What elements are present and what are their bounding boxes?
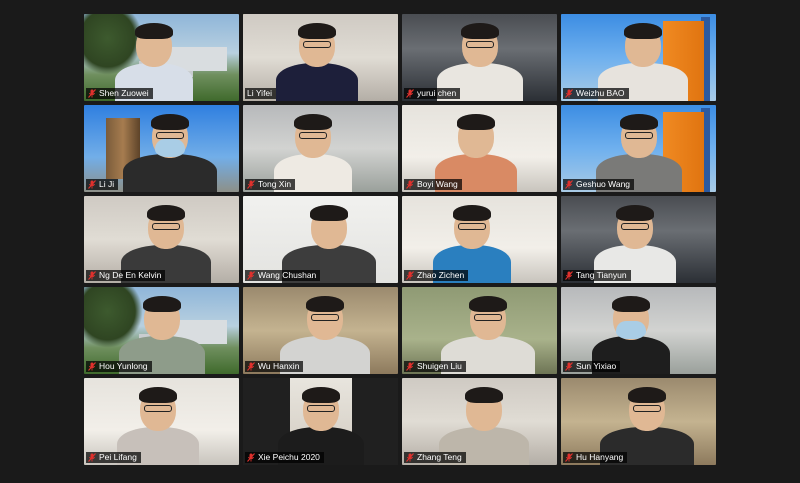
participant-name-label: Wu Hanxin — [245, 361, 304, 372]
participant-video-tile[interactable]: yurui chen — [402, 14, 557, 101]
participant-name: Tong Xin — [258, 179, 292, 189]
participant-video-tile[interactable]: Zhao Zichen — [402, 196, 557, 283]
participant-name-label: Li Yifei — [245, 88, 277, 99]
participant-figure — [122, 112, 217, 192]
participant-video-tile[interactable]: Shuigen Liu — [402, 287, 557, 374]
participant-name: Geshuo Wang — [576, 179, 631, 189]
participant-video-tile[interactable]: Zhang Teng — [402, 378, 557, 465]
mic-muted-icon — [247, 362, 255, 371]
participant-name-label: Pei Lifang — [86, 452, 141, 463]
participant-name-label: Zhang Teng — [404, 452, 466, 463]
participant-figure — [275, 21, 358, 101]
participant-name-label: Zhao Zichen — [404, 270, 469, 281]
participant-video-tile[interactable]: Boyi Wang — [402, 105, 557, 192]
participant-name-label: Geshuo Wang — [563, 179, 635, 190]
participant-name: Shuigen Liu — [417, 361, 462, 371]
mic-muted-icon — [406, 89, 414, 98]
participant-name-label: Shen Zuowei — [86, 88, 153, 99]
participant-video-tile[interactable]: Li Ji — [84, 105, 239, 192]
participant-video-tile[interactable]: Xie Peichu 2020 — [243, 378, 398, 465]
participant-name: Zhang Teng — [417, 452, 462, 462]
mic-muted-icon — [406, 453, 414, 462]
video-grid: Shen Zuowei Li Yifei yurui chen Weizhu BAO L… — [84, 14, 716, 465]
participant-name: Boyi Wang — [417, 179, 458, 189]
participant-name: yurui chen — [417, 88, 457, 98]
participant-video-tile[interactable]: Tang Tianyun — [561, 196, 716, 283]
participant-name-label: Li Ji — [86, 179, 119, 190]
participant-video-tile[interactable]: Pei Lifang — [84, 378, 239, 465]
participant-name-label: Ng De En Kelvin — [86, 270, 166, 281]
participant-name: Zhao Zichen — [417, 270, 465, 280]
mic-muted-icon — [565, 180, 573, 189]
participant-video-tile[interactable]: Hu Hanyang — [561, 378, 716, 465]
participant-name: Li Yifei — [247, 88, 273, 98]
participant-name-label: Hu Hanyang — [563, 452, 628, 463]
participant-name-label: Shuigen Liu — [404, 361, 466, 372]
participant-name-label: Tong Xin — [245, 179, 296, 190]
participant-name: Pei Lifang — [99, 452, 137, 462]
participant-video-tile[interactable]: Hou Yunlong — [84, 287, 239, 374]
mic-muted-icon — [88, 89, 96, 98]
participant-video-tile[interactable]: Sun Yixiao — [561, 287, 716, 374]
participant-name-label: Weizhu BAO — [563, 88, 629, 99]
mic-muted-icon — [565, 271, 573, 280]
participant-name: Weizhu BAO — [576, 88, 625, 98]
participant-name: Xie Peichu 2020 — [258, 452, 320, 462]
mic-muted-icon — [88, 271, 96, 280]
participant-name-label: Xie Peichu 2020 — [245, 452, 324, 463]
mic-muted-icon — [247, 453, 255, 462]
mic-muted-icon — [88, 362, 96, 371]
participant-name: Li Ji — [99, 179, 115, 189]
participant-name: Wu Hanxin — [258, 361, 300, 371]
participant-name-label: Boyi Wang — [404, 179, 462, 190]
participant-name-label: Tang Tianyun — [563, 270, 631, 281]
mic-muted-icon — [88, 453, 96, 462]
participant-name-label: Sun Yixiao — [563, 361, 621, 372]
participant-name-label: Wang Chushan — [245, 270, 321, 281]
participant-video-tile[interactable]: Tong Xin — [243, 105, 398, 192]
participant-video-tile[interactable]: Wang Chushan — [243, 196, 398, 283]
participant-video-tile[interactable]: Li Yifei — [243, 14, 398, 101]
mic-muted-icon — [406, 180, 414, 189]
participant-video-tile[interactable]: Wu Hanxin — [243, 287, 398, 374]
mic-muted-icon — [565, 453, 573, 462]
participant-name-label: yurui chen — [404, 88, 461, 99]
mic-muted-icon — [88, 180, 96, 189]
mic-muted-icon — [565, 362, 573, 371]
participant-name: Shen Zuowei — [99, 88, 149, 98]
participant-name: Hou Yunlong — [99, 361, 148, 371]
mic-muted-icon — [247, 271, 255, 280]
participant-name: Tang Tianyun — [576, 270, 627, 280]
mic-muted-icon — [565, 89, 573, 98]
participant-name: Ng De En Kelvin — [99, 270, 162, 280]
participant-video-tile[interactable]: Shen Zuowei — [84, 14, 239, 101]
participant-video-tile[interactable]: Geshuo Wang — [561, 105, 716, 192]
participant-name: Wang Chushan — [258, 270, 317, 280]
participant-video-tile[interactable]: Ng De En Kelvin — [84, 196, 239, 283]
participant-name-label: Hou Yunlong — [86, 361, 152, 372]
mic-muted-icon — [247, 180, 255, 189]
mic-muted-icon — [406, 271, 414, 280]
participant-name: Sun Yixiao — [576, 361, 617, 371]
participant-video-tile[interactable]: Weizhu BAO — [561, 14, 716, 101]
mic-muted-icon — [406, 362, 414, 371]
participant-name: Hu Hanyang — [576, 452, 624, 462]
